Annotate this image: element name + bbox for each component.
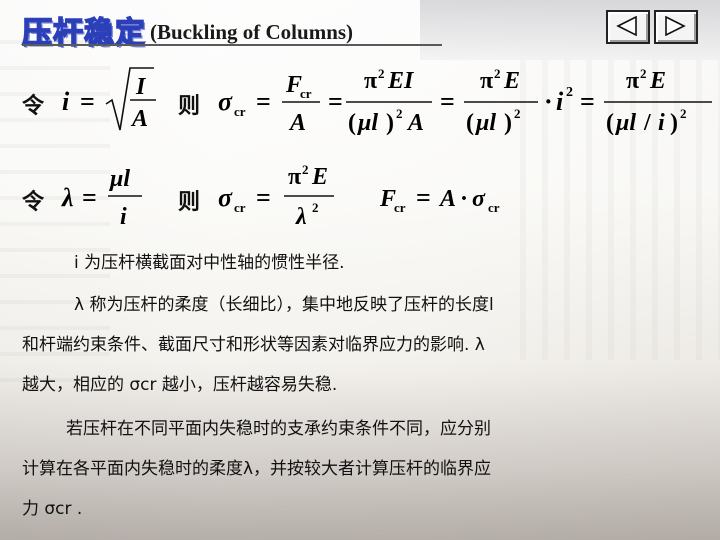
svg-text:cr: cr	[394, 200, 406, 215]
next-slide-button[interactable]	[654, 10, 698, 44]
svg-text:A: A	[130, 106, 148, 132]
svg-text:π: π	[288, 164, 301, 190]
paragraph-support-line1: 若压杆在不同平面内失稳时的支承约束条件不同，应分别	[66, 419, 491, 439]
triangle-left-icon	[616, 16, 637, 36]
svg-text:A: A	[406, 110, 424, 136]
svg-text:μl: μl	[356, 110, 378, 136]
svg-text:E: E	[503, 68, 520, 94]
previous-slide-button[interactable]	[606, 10, 650, 44]
svg-text:(: (	[466, 110, 474, 136]
critical-stress-formula: σ cr = F cr A = π 2 EI ( μl ) 2 A = π 2 …	[218, 66, 712, 136]
svg-text:2: 2	[680, 106, 687, 121]
svg-text:E: E	[649, 68, 666, 94]
svg-text:π: π	[626, 68, 639, 94]
svg-text:μl: μl	[474, 110, 496, 136]
critical-force-formula: F cr = A · σ cr	[379, 183, 500, 215]
title-underline	[22, 44, 442, 46]
then-label-1: 则	[178, 94, 201, 119]
paragraph-slenderness-line1: λ 称为压杆的柔度（长细比），集中地反映了压杆的长度l	[74, 295, 494, 315]
svg-text:μl: μl	[614, 110, 636, 136]
inertia-radius-formula: i = I A	[62, 67, 156, 132]
svg-text:=: =	[82, 183, 97, 212]
svg-text:=: =	[328, 87, 343, 116]
svg-text:/: /	[643, 110, 651, 136]
let-label-1: 令	[22, 94, 45, 119]
svg-text:): )	[670, 110, 678, 136]
svg-text:cr: cr	[234, 104, 246, 119]
svg-text:cr: cr	[488, 200, 500, 215]
then-label-2: 则	[178, 190, 201, 215]
svg-text:π: π	[480, 68, 493, 94]
svg-text:·: ·	[460, 186, 468, 212]
svg-text:σ: σ	[218, 183, 233, 212]
svg-text:cr: cr	[234, 200, 246, 215]
svg-text:A: A	[438, 186, 456, 212]
svg-text:μl: μl	[108, 166, 130, 192]
svg-text:2: 2	[302, 162, 309, 177]
svg-text:=: =	[80, 87, 95, 116]
paragraph-slenderness-line2: 和杆端约束条件、截面尺寸和形状等因素对临界应力的影响. λ	[22, 335, 485, 355]
title-english: (Buckling of Columns)	[150, 20, 354, 44]
svg-text:π: π	[364, 68, 377, 94]
svg-text:λ: λ	[61, 183, 74, 212]
paragraph-inertia-radius: i 为压杆横截面对中性轴的惯性半径.	[74, 253, 345, 273]
paragraph-support-line3: 力 σcr .	[22, 499, 83, 519]
svg-text:cr: cr	[300, 86, 312, 101]
svg-text:σ: σ	[472, 186, 486, 212]
paragraph-slenderness-line3: 越大，相应的 σcr 越小，压杆越容易失稳.	[22, 375, 338, 395]
triangle-right-icon	[665, 16, 686, 36]
svg-text:=: =	[256, 87, 271, 116]
svg-text:·: ·	[544, 87, 553, 116]
svg-text:2: 2	[514, 106, 521, 121]
svg-text:): )	[504, 110, 512, 136]
svg-text:2: 2	[378, 66, 385, 81]
svg-text:=: =	[580, 87, 595, 116]
svg-text:2: 2	[396, 106, 403, 121]
svg-text:=: =	[256, 183, 271, 212]
svg-text:σ: σ	[218, 87, 233, 116]
svg-text:A: A	[288, 110, 306, 136]
svg-text:EI: EI	[387, 68, 415, 94]
svg-text:I: I	[135, 74, 147, 100]
svg-text:i: i	[658, 110, 665, 136]
paragraph-support-line2: 计算在各平面内失稳时的柔度λ，并按较大者计算压杆的临界应	[22, 459, 492, 479]
svg-text:=: =	[416, 183, 431, 212]
svg-text:(: (	[348, 110, 356, 136]
svg-text:i: i	[556, 87, 564, 116]
euler-stress-formula: σ cr = π 2 E λ 2	[218, 162, 334, 230]
svg-text:=: =	[440, 87, 455, 116]
svg-text:i: i	[62, 87, 70, 116]
slenderness-formula: λ = μl i	[61, 166, 142, 230]
svg-text:E: E	[311, 164, 328, 190]
let-label-2: 令	[22, 190, 45, 215]
svg-text:): )	[386, 110, 394, 136]
svg-text:i: i	[120, 204, 127, 230]
svg-text:2: 2	[640, 66, 647, 81]
svg-text:2: 2	[494, 66, 501, 81]
svg-text:2: 2	[312, 200, 319, 215]
svg-text:λ: λ	[295, 204, 307, 230]
svg-text:(: (	[606, 110, 614, 136]
svg-text:2: 2	[566, 85, 573, 100]
